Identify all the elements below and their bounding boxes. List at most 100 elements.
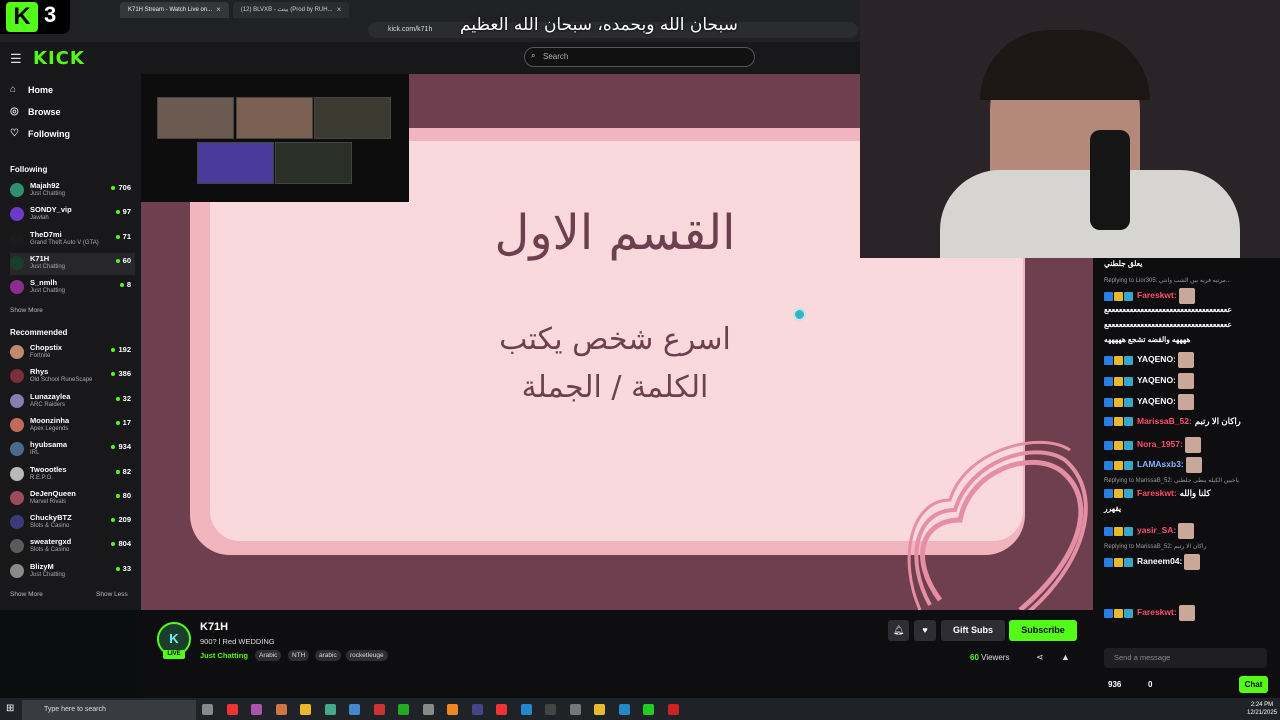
taskbar-app-icon[interactable] [349, 704, 360, 715]
channel-item[interactable]: Rhys Old School RuneScape 386 [10, 366, 135, 388]
chat-message: ععععععععععععععععععععععععععععععععععع [1104, 320, 1232, 329]
close-icon[interactable]: × [216, 2, 221, 18]
browser-tabs: K71H Stream - Watch Live on... × (12) BLV… [120, 2, 350, 18]
channel-item[interactable]: SONDY_vip Jawlah 97 [10, 204, 135, 226]
channel-game: Apex Legends [30, 425, 69, 432]
menu-icon[interactable]: ☰ [10, 51, 22, 67]
tag-chip[interactable]: rocketleuge [346, 650, 388, 661]
heart-icon[interactable]: ♥ [914, 620, 936, 641]
channel-item[interactable]: DeJenQueen Marvel Rivals 80 [10, 488, 135, 510]
chat-message: ععععععععععععععععععععععععععععععععععع [1104, 305, 1232, 314]
taskbar-app-icon[interactable] [422, 704, 434, 715]
taskbar-app-icon[interactable] [373, 704, 385, 715]
channel-item[interactable]: TheD7mi Grand Theft Auto V (GTA) 71 [10, 229, 135, 251]
taskbar-app-icon[interactable] [324, 704, 336, 715]
chat-username[interactable]: YAQENO: [1137, 396, 1176, 406]
heart-icon: ♡ [10, 128, 19, 139]
taskbar-app-icon[interactable] [398, 704, 409, 715]
taskbar-app-icon[interactable] [496, 704, 507, 715]
channel-item[interactable]: Lunazaylea ARC Raiders 32 [10, 391, 135, 413]
nav-home[interactable]: ⌂ Home [10, 84, 53, 95]
taskbar-app-icon[interactable] [618, 704, 630, 715]
search-input[interactable]: Search [524, 47, 755, 67]
chat-username[interactable]: Fareskwt: [1137, 488, 1177, 498]
avatar [10, 490, 24, 505]
taskbar-search[interactable]: Type here to search [22, 700, 196, 720]
browser-tab-kick[interactable]: K71H Stream - Watch Live on... × [120, 2, 229, 18]
badge-icon [1104, 557, 1113, 567]
taskbar-app-icon[interactable] [202, 704, 213, 715]
chat-username[interactable]: YAQENO: [1137, 375, 1176, 385]
taskbar-app-icon[interactable] [520, 704, 532, 715]
avatar [10, 345, 24, 359]
kick-logo[interactable]: KICK [33, 48, 85, 69]
subscribe-button[interactable]: Subscribe [1009, 620, 1077, 641]
chat-username[interactable]: MarissaB_52: [1137, 416, 1192, 426]
channel-item[interactable]: BlizyM Just Chatting 33 [10, 561, 135, 583]
close-icon[interactable]: × [337, 2, 342, 18]
channel-item[interactable]: ChuckyBTZ Slots & Casino 209 [10, 512, 135, 534]
avatar [10, 417, 24, 432]
channel-item[interactable]: sweatergxd Slots & Casino 804 [10, 536, 135, 558]
chat-username[interactable]: LAMAsxb3: [1137, 459, 1184, 469]
show-more-button[interactable]: Show More [10, 591, 43, 598]
taskbar-app-icon[interactable] [471, 704, 483, 715]
taskbar-app-icon[interactable] [643, 704, 654, 715]
chat-username[interactable]: Fareskwt: [1137, 607, 1177, 617]
chat-message: Nora_1957: [1104, 437, 1201, 453]
taskbar-app-icon[interactable] [667, 704, 679, 715]
tag-chip[interactable]: NTH [288, 650, 310, 661]
show-less-button[interactable]: Show Less [96, 591, 128, 598]
windows-start-icon[interactable]: ⊞ [6, 703, 14, 714]
channel-item[interactable]: hyubsama IRL 934 [10, 439, 135, 461]
badge-icon [1124, 355, 1133, 365]
avatar [10, 539, 24, 554]
badge-icon [1124, 440, 1133, 450]
tag-chip[interactable]: Arabic [255, 650, 282, 661]
chat-username[interactable]: Nora_1957: [1137, 439, 1183, 449]
taskbar-clock[interactable]: 2:24 PM 12/21/2025 [1247, 701, 1277, 717]
chat-username[interactable]: Raneem04: [1137, 556, 1182, 566]
chat-username[interactable]: YAQENO: [1137, 354, 1176, 364]
badge-icon [1114, 355, 1123, 365]
channel-item[interactable]: Chopstix Fortnite 192 [10, 342, 135, 364]
nav-following[interactable]: ♡ Following [10, 128, 70, 139]
badge-icon [1124, 291, 1133, 301]
show-more-button[interactable]: Show More [10, 307, 43, 314]
channel-name[interactable]: K71H [200, 621, 228, 633]
channel-item[interactable]: K71H Just Chatting 60 [10, 252, 135, 275]
recommended-header: Recommended [10, 328, 68, 337]
badge-icon [1124, 397, 1133, 407]
chat-username[interactable]: yasir_SA: [1137, 525, 1176, 535]
share-icon[interactable]: ⋖ [1036, 652, 1044, 663]
badge-icon [1114, 557, 1123, 567]
taskbar-app-icon[interactable] [300, 704, 311, 715]
taskbar-app-icon[interactable] [275, 704, 287, 715]
stream-category[interactable]: Just Chatting [200, 651, 248, 660]
taskbar-app-icon[interactable] [594, 704, 605, 715]
chat-send-button[interactable]: Chat [1239, 676, 1268, 693]
report-icon[interactable]: ▲ [1061, 652, 1070, 662]
browser-tab-youtube[interactable]: (12) BLVXB - بيتث (Prod by RUH... × [232, 2, 350, 18]
channel-item[interactable]: Moonzinha Apex Legends 17 [10, 415, 135, 437]
taskbar-app-icon[interactable] [569, 704, 581, 715]
chat-username[interactable]: Fareskwt: [1137, 290, 1177, 300]
avatar [10, 563, 24, 578]
channel-item[interactable]: S_nmlh Just Chatting 8 [10, 277, 135, 299]
nav-browse[interactable]: ◎ Browse [10, 106, 61, 117]
channel-item[interactable]: Majah92 Just Chatting 706 [10, 180, 135, 202]
channel-item[interactable]: Twoootles R.E.P.O. 82 [10, 464, 135, 486]
tag-chip[interactable]: arabic [315, 650, 341, 661]
badge-icon [1114, 460, 1123, 470]
taskbar-app-icon[interactable] [447, 704, 458, 715]
viewer-count: 8 [120, 280, 131, 289]
badge-icon [1104, 417, 1113, 427]
taskbar-app-icon[interactable] [251, 704, 262, 715]
channel-points[interactable]: 936 [1108, 680, 1121, 689]
taskbar-app-icon[interactable] [545, 704, 556, 715]
chat-input[interactable]: Send a message [1104, 648, 1267, 668]
avatar [10, 466, 24, 481]
bell-icon[interactable]: 🔔︎ [888, 620, 909, 641]
taskbar-app-icon[interactable] [226, 704, 238, 715]
gift-subs-button[interactable]: Gift Subs [941, 620, 1005, 641]
